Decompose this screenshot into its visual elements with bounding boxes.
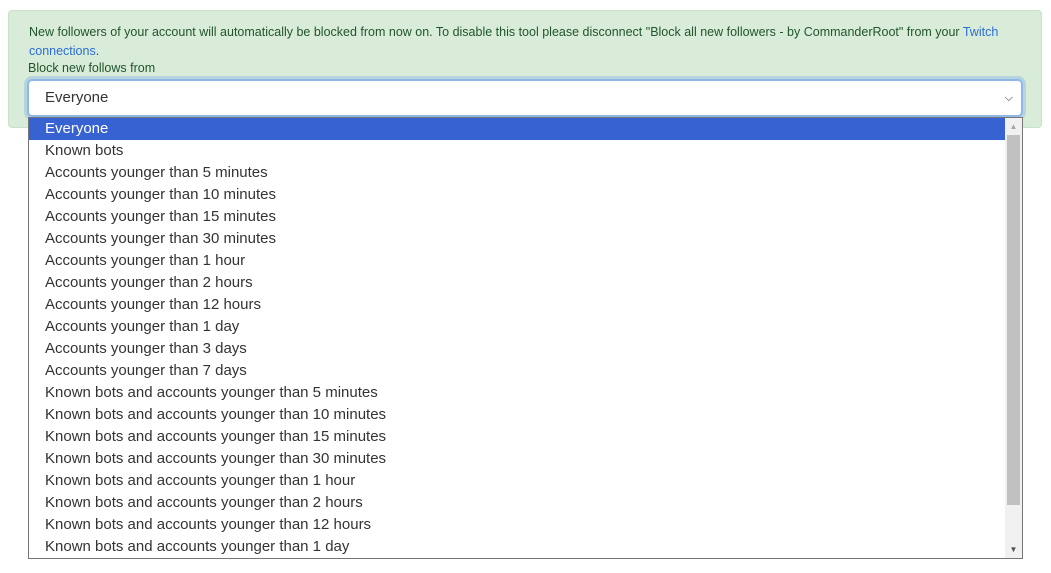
dropdown-option[interactable]: Accounts younger than 3 days: [29, 338, 1006, 360]
scroll-down-arrow-icon[interactable]: ▼: [1005, 541, 1022, 558]
dropdown-option[interactable]: Accounts younger than 30 minutes: [29, 228, 1006, 250]
dropdown-option[interactable]: Known bots and accounts younger than 12 …: [29, 514, 1006, 536]
dropdown-option[interactable]: Known bots and accounts younger than 5 m…: [29, 382, 1006, 404]
dropdown-scrollbar[interactable]: ▲ ▼: [1005, 118, 1022, 558]
dropdown-option[interactable]: Accounts younger than 7 days: [29, 360, 1006, 382]
block-follows-label: Block new follows from: [28, 61, 156, 75]
dropdown-option[interactable]: Accounts younger than 2 hours: [29, 272, 1006, 294]
dropdown-option[interactable]: Accounts younger than 1 day: [29, 316, 1006, 338]
dropdown-option[interactable]: Accounts younger than 5 minutes: [29, 162, 1006, 184]
scrollbar-thumb[interactable]: [1007, 135, 1020, 505]
dropdown-option[interactable]: Known bots and accounts younger than 15 …: [29, 426, 1006, 448]
dropdown-option[interactable]: Known bots and accounts younger than 1 d…: [29, 536, 1006, 558]
dropdown-option[interactable]: Known bots and accounts younger than 30 …: [29, 448, 1006, 470]
dropdown-option[interactable]: Accounts younger than 15 minutes: [29, 206, 1006, 228]
chevron-down-icon: ⌵: [1004, 92, 1013, 104]
alert-message-end: .: [95, 44, 100, 58]
scroll-up-arrow-icon[interactable]: ▲: [1005, 118, 1022, 135]
block-follows-select[interactable]: Everyone ⌵: [27, 79, 1023, 117]
dropdown-option[interactable]: Accounts younger than 10 minutes: [29, 184, 1006, 206]
dropdown-option[interactable]: Known bots: [29, 140, 1006, 162]
dropdown-option[interactable]: Accounts younger than 1 hour: [29, 250, 1006, 272]
select-dropdown-list[interactable]: Everyone Known bots Accounts younger than …: [28, 117, 1023, 559]
alert-message: New followers of your account will autom…: [29, 25, 963, 39]
select-value: Everyone: [45, 89, 109, 106]
dropdown-option[interactable]: Known bots and accounts younger than 10 …: [29, 404, 1006, 426]
dropdown-option[interactable]: Accounts younger than 12 hours: [29, 294, 1006, 316]
dropdown-option[interactable]: Known bots and accounts younger than 2 h…: [29, 492, 1006, 514]
dropdown-option[interactable]: Everyone: [29, 118, 1006, 140]
dropdown-option[interactable]: Known bots and accounts younger than 1 h…: [29, 470, 1006, 492]
options-list: Everyone Known bots Accounts younger than …: [29, 118, 1006, 558]
